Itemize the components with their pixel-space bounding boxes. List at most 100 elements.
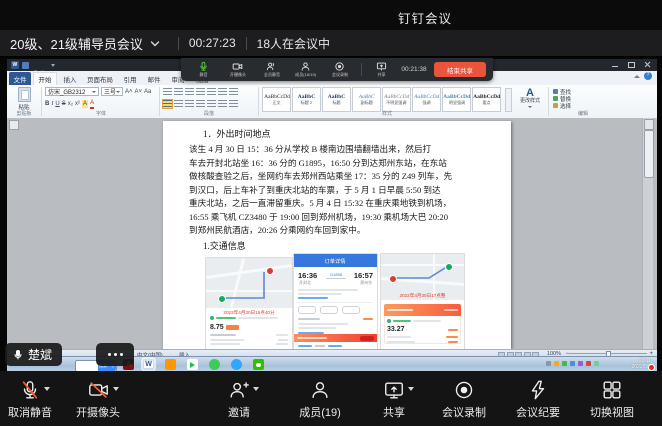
collapse-ribbon-icon[interactable]: [634, 75, 640, 78]
record-button[interactable]: 会议录制: [429, 378, 499, 420]
paragraph-group: [163, 88, 238, 108]
shading-icon[interactable]: [218, 100, 227, 108]
chevron-down-icon[interactable]: [44, 387, 50, 391]
taskbar-meeting-app-icon[interactable]: [231, 359, 242, 370]
share-share-button[interactable]: 共享: [368, 61, 394, 79]
superscript-button[interactable]: x²: [75, 100, 80, 108]
maximize-icon[interactable]: [627, 61, 635, 68]
vertical-scrollbar[interactable]: [642, 118, 653, 349]
show-marks-icon[interactable]: [229, 88, 238, 96]
bold-button[interactable]: B: [45, 100, 49, 108]
borders-icon[interactable]: [229, 100, 238, 108]
chevron-down-icon[interactable]: [150, 35, 160, 53]
document-page[interactable]: 1．外出时间地点 该生 4 月 30 日 15：36 分从学校 B 楼南边围墙翻…: [163, 121, 511, 349]
taskbar-green-app-icon[interactable]: [209, 359, 220, 370]
tab-home[interactable]: 开始: [33, 72, 57, 85]
minimize-icon[interactable]: [611, 61, 619, 68]
fare-amount: 8.75: [210, 324, 224, 331]
style-normal[interactable]: AaBbCcDd 正文: [262, 87, 291, 112]
line-spacing-icon[interactable]: [207, 100, 216, 108]
bullets-icon[interactable]: [163, 88, 172, 96]
sort-icon[interactable]: [218, 88, 227, 96]
font-name-select[interactable]: 仿宋_GB2312: [45, 87, 99, 96]
taskbar-word-icon[interactable]: W: [143, 359, 154, 370]
share-record-button[interactable]: 会议录制: [324, 61, 355, 79]
increase-indent-icon[interactable]: [207, 88, 216, 96]
paste-button[interactable]: 粘贴: [9, 87, 39, 111]
tab-mailings[interactable]: 邮件: [143, 72, 165, 85]
taskbar-player-icon[interactable]: [187, 359, 198, 370]
doc-heading-1: 1．外出时间地点: [203, 127, 271, 140]
help-icon[interactable]: [644, 72, 652, 80]
font-color-button[interactable]: A: [90, 99, 94, 109]
scrollbar-thumb[interactable]: [644, 130, 654, 178]
order-header: 订单详情: [294, 254, 377, 267]
taskbar-wechat-icon[interactable]: [253, 359, 264, 370]
align-right-icon[interactable]: [185, 100, 194, 108]
divider: [178, 37, 179, 50]
underline-button[interactable]: U: [55, 100, 59, 108]
decrease-indent-icon[interactable]: [196, 88, 205, 96]
switch-view-button[interactable]: 切换视图: [577, 378, 647, 420]
unmute-button[interactable]: 取消静音: [0, 378, 65, 420]
select-button[interactable]: 选择: [553, 102, 571, 109]
align-center-icon[interactable]: [174, 100, 183, 108]
save-icon[interactable]: [22, 62, 29, 69]
tab-references[interactable]: 引用: [119, 72, 141, 85]
map-image: [206, 258, 292, 308]
undo-icon[interactable]: [32, 62, 40, 69]
depart-time: 16:36: [298, 271, 317, 280]
grow-font-icon[interactable]: A˄: [125, 88, 133, 96]
style-strong[interactable]: AaBbCcDd 要点: [472, 87, 501, 112]
numbering-icon[interactable]: [174, 88, 183, 96]
tab-file[interactable]: 文件: [9, 72, 31, 85]
share-mute-button[interactable]: 静音: [188, 61, 219, 79]
align-left-icon[interactable]: [163, 100, 172, 108]
tab-insert[interactable]: 插入: [59, 72, 81, 85]
justify-icon[interactable]: [196, 100, 205, 108]
shrink-font-icon[interactable]: A˅: [135, 88, 143, 96]
end-share-button[interactable]: 结束共享: [434, 62, 486, 77]
style-heading2[interactable]: AaBbC 标题 2: [292, 87, 321, 112]
chevron-down-icon[interactable]: [408, 387, 414, 391]
share-camera-button[interactable]: 开摄像头: [222, 61, 253, 79]
more-options-button[interactable]: [96, 343, 134, 366]
qat-customize-icon[interactable]: [51, 64, 55, 67]
chevron-down-icon[interactable]: [113, 387, 119, 391]
members-button[interactable]: 成员(19): [285, 378, 355, 420]
taskbar-orange-app-icon[interactable]: [165, 359, 176, 370]
scroll-up-icon[interactable]: [644, 119, 654, 130]
camera-off-icon: [87, 379, 110, 401]
members-icon: [300, 61, 311, 72]
font-size-select[interactable]: 三号: [101, 87, 123, 96]
change-case-icon[interactable]: Aa: [144, 88, 151, 96]
share-button[interactable]: 共享: [359, 378, 429, 420]
strikethrough-button[interactable]: S: [62, 100, 66, 108]
fare-amount: 33.27: [387, 326, 405, 333]
ruler-toggle-icon[interactable]: [9, 120, 19, 130]
system-tray-icons[interactable]: [546, 361, 599, 366]
highlight-button[interactable]: A: [82, 100, 88, 108]
chevron-down-icon[interactable]: [253, 387, 259, 391]
minutes-button[interactable]: 会议纪要: [503, 378, 573, 420]
style-intense-emphasis[interactable]: AaBbCcDd 明显强调: [442, 87, 471, 112]
camera-icon: [232, 61, 243, 72]
share-members-button[interactable]: 成员(18/19): [290, 61, 321, 79]
close-icon[interactable]: [643, 61, 651, 68]
redo-icon[interactable]: [40, 62, 48, 69]
members-label: 成员(19): [299, 404, 341, 420]
styles-scroll-strip[interactable]: [505, 88, 512, 112]
style-emphasis[interactable]: AaBbCcDd 强调: [412, 87, 441, 112]
tab-page-layout[interactable]: 页面布局: [83, 72, 117, 85]
invite-button[interactable]: 邀请: [204, 378, 274, 420]
select-icon: [553, 103, 558, 108]
share-mute-all-button[interactable]: 全员静音: [256, 61, 287, 79]
subscript-button[interactable]: x₂: [68, 100, 73, 108]
style-title[interactable]: AaBbC 标题: [322, 87, 351, 112]
style-subtitle[interactable]: AaBbC 副标题: [352, 87, 381, 112]
italic-button[interactable]: I: [51, 100, 53, 108]
multilevel-list-icon[interactable]: [185, 88, 194, 96]
style-subtle-emphasis[interactable]: AaBbCcDd 不明显强调: [382, 87, 411, 112]
camera-on-button[interactable]: 开摄像头: [63, 378, 133, 420]
change-styles-button[interactable]: A 更改样式: [515, 88, 545, 108]
